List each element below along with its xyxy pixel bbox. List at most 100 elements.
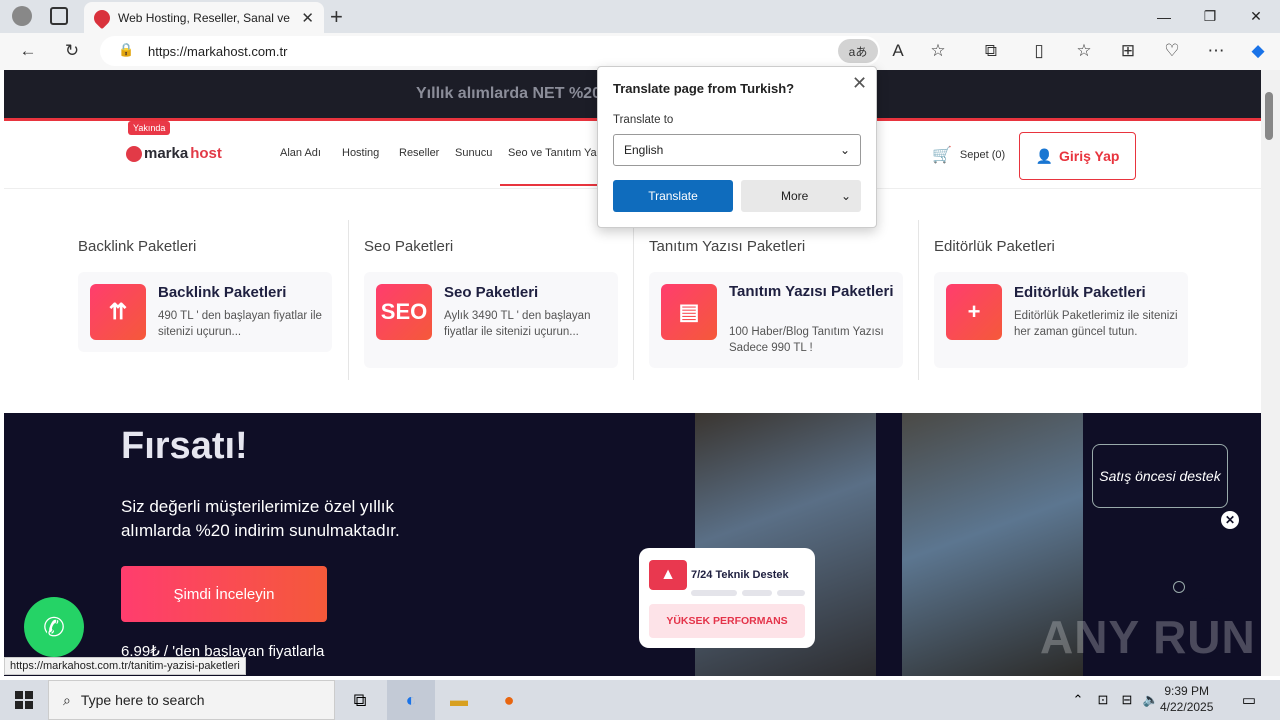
windows-start-icon[interactable] [0,680,48,720]
more-button[interactable]: More ⌄ [741,180,861,212]
site-logo[interactable]: marka host [126,145,222,162]
close-tab-icon[interactable]: ✕ [301,9,314,27]
translate-popup: Translate page from Turkish? ✕ Translate… [597,66,877,228]
card-title: Editörlük Paketleri [1014,284,1146,301]
presales-chat-bubble[interactable]: Satış öncesi destek [1092,444,1228,508]
scrollbar-thumb[interactable] [1265,92,1273,140]
cart-link[interactable]: 🛒 Sepet (0) [932,145,1005,165]
tab-actions-icon[interactable] [50,7,68,25]
login-button[interactable]: 👤 Giriş Yap [1019,132,1136,180]
menu-reseller[interactable]: Reseller [399,147,439,159]
divider [348,220,349,380]
support-bar [777,590,805,596]
chat-close-icon[interactable]: ✕ [1221,511,1239,529]
translate-to-label: Translate to [613,114,674,126]
card-title: Seo Paketleri [444,284,539,301]
backlink-icon: ⇈ [90,284,146,340]
translate-title: Translate page from Turkish? [613,81,795,96]
search-placeholder: Type here to search [80,692,205,708]
divider [633,220,634,380]
watermark: ANY RUN [1040,611,1256,663]
login-label: Giriş Yap [1058,148,1120,164]
collections-icon[interactable]: ⊞ [1112,35,1144,67]
close-window-button[interactable]: ✕ [1233,0,1279,33]
chevron-down-icon: ⌄ [839,143,850,157]
clock-time: 9:39 PM [1164,684,1210,698]
divider [918,220,919,380]
card-seo[interactable]: SEO Seo Paketleri Aylık 3490 TL ' den ba… [364,272,618,368]
tab-title: Web Hosting, Reseller, Sanal ve F [118,10,294,25]
close-icon[interactable]: ✕ [852,73,867,94]
support-bell-icon: ▲ [649,560,687,590]
read-aloud-icon[interactable]: A [882,35,914,67]
cart-label: Sepet (0) [959,149,1006,161]
translate-icon[interactable]: aあ [838,39,878,63]
task-view-icon[interactable]: ⧉ [336,680,384,720]
article-icon: ▤ [661,284,717,340]
support-card: ▲ 7/24 Teknik Destek YÜKSEK PERFORMANS [639,548,815,648]
chevron-up-icon[interactable]: ⌃ [1066,680,1090,720]
edge-browser-icon[interactable]: ◐ [387,680,435,720]
hero-text: Siz değerli müşterilerimize özel yıllık … [121,497,400,540]
copilot-icon[interactable]: ◆ [1242,35,1274,67]
address-bar[interactable]: 🔒 https://markahost.com.tr [100,36,880,66]
card-tanitim[interactable]: ▤ Tanıtım Yazısı Paketleri 100 Haber/Blo… [649,272,903,368]
translate-button[interactable]: Translate [613,180,733,212]
firefox-icon[interactable]: ● [485,680,533,720]
settings-more-icon[interactable]: ⋯ [1200,35,1232,67]
chevron-down-icon: ⌄ [840,189,851,203]
menu-sunucu[interactable]: Sunucu [455,147,492,159]
restore-button[interactable]: ❐ [1187,0,1233,33]
file-explorer-icon[interactable]: ▬ [435,680,483,720]
card-title: Backlink Paketleri [158,284,287,301]
performance-badge: YÜKSEK PERFORMANS [649,604,805,638]
column-heading-tanitim: Tanıtım Yazısı Paketleri [649,238,806,255]
column-heading-editorluk: Editörlük Paketleri [934,238,1055,255]
status-bar-url: https://markahost.com.tr/tanitim-yazisi-… [4,657,246,675]
card-backlink[interactable]: ⇈ Backlink Paketleri 490 TL ' den başlay… [78,272,332,352]
favorite-star-icon[interactable]: ☆ [922,35,954,67]
language-value: English [624,143,664,157]
volume-icon[interactable]: 🔈 [1140,680,1162,720]
minimize-button[interactable]: — [1141,0,1187,33]
lock-icon[interactable]: 🔒 [118,42,134,58]
menu-alan-adi[interactable]: Alan Adı [280,147,321,159]
profile-icon[interactable] [12,6,32,26]
card-editorluk[interactable]: + Editörlük Paketleri Editörlük Paketler… [934,272,1188,368]
taskbar-search[interactable]: ⌕ Type here to search [48,680,335,720]
menu-seo-tanitim[interactable]: Seo ve Tanıtım Ya [508,147,597,159]
wifi-icon[interactable]: ⊟ [1116,680,1138,720]
back-icon[interactable]: ← [12,35,44,67]
notification-icon[interactable]: ▭ [1234,680,1264,720]
language-select[interactable]: English ⌄ [613,134,861,166]
soon-badge: Yakında [128,121,171,135]
card-title: Tanıtım Yazısı Paketleri [729,283,894,300]
split-screen-icon[interactable]: ▯ [1023,35,1055,67]
menu-hosting[interactable]: Hosting [342,147,379,159]
favorites-icon[interactable]: ☆ [1068,35,1100,67]
support-bar [742,590,772,596]
column-heading-seo: Seo Paketleri [364,238,454,255]
support-title: 7/24 Teknik Destek [691,569,789,581]
hero-title: Fırsatı! [121,425,248,467]
chat-indicator [1173,581,1185,593]
more-label: More [781,189,809,203]
new-tab-button[interactable]: + [330,4,343,30]
clock-date: 4/22/2025 [1160,700,1214,714]
active-menu-indicator [500,184,610,186]
refresh-icon[interactable]: ↻ [56,35,88,67]
performance-icon[interactable]: ♡ [1156,35,1188,67]
hero-cta-button[interactable]: Şimdi İnceleyin [121,566,327,622]
browser-tab[interactable]: Web Hosting, Reseller, Sanal ve F ✕ [84,2,324,33]
url-text: https://markahost.com.tr [148,43,288,59]
page-scrollbar[interactable] [1261,70,1280,676]
card-desc: Aylık 3490 TL ' den başlayan fiyatlar il… [444,310,591,338]
column-heading-backlink: Backlink Paketleri [78,238,197,255]
logo-brand: marka [144,145,189,162]
network-icon[interactable]: ⊡ [1092,680,1114,720]
support-bar [691,590,737,596]
extensions-icon[interactable]: ⧉ [975,35,1007,67]
system-clock[interactable]: 9:39 PM 4/22/2025 [1160,683,1213,715]
logo-mark-icon [126,145,142,162]
whatsapp-icon[interactable]: ✆ [24,597,84,657]
